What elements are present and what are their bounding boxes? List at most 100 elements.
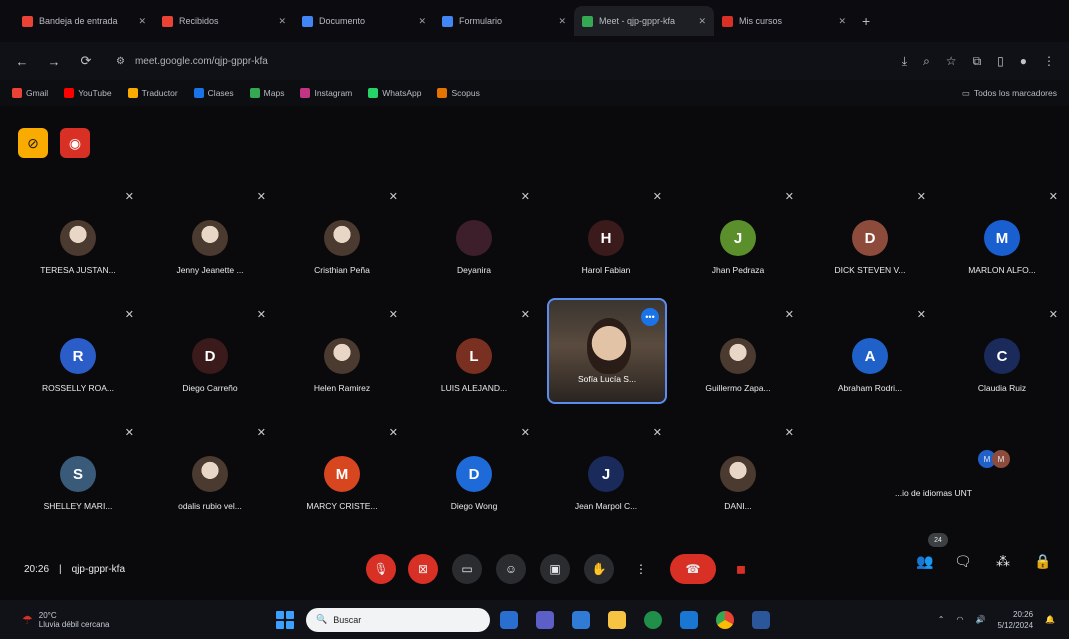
raise-hand-button[interactable]: ✋ xyxy=(584,554,614,584)
chrome-icon[interactable] xyxy=(716,610,734,629)
close-tab-icon[interactable]: ✕ xyxy=(838,16,846,27)
close-tab-icon[interactable]: ✕ xyxy=(418,16,426,27)
profile-avatar[interactable]: ● xyxy=(1020,54,1027,68)
avatar: J xyxy=(588,456,624,492)
file-explorer-icon[interactable] xyxy=(608,610,626,629)
volume-icon[interactable]: 🔊 xyxy=(975,615,985,624)
store-icon[interactable] xyxy=(680,610,698,629)
record-icon[interactable]: ◉ xyxy=(60,128,90,158)
close-tab-icon[interactable]: ✕ xyxy=(698,16,706,27)
browser-tab[interactable]: Mis cursos ✕ xyxy=(714,6,854,36)
participant-tile[interactable]: ✕ M MARLON ALFO... xyxy=(938,190,1066,298)
participant-tile[interactable]: ✕ D DICK STEVEN V... xyxy=(806,190,934,298)
people-icon[interactable]: 👥 xyxy=(916,553,933,570)
tray-chevron-icon[interactable]: ⌃ xyxy=(938,615,945,624)
mic-muted-icon: ✕ xyxy=(520,427,530,439)
hide-self-icon[interactable]: ⊘ xyxy=(18,128,48,158)
task-view-icon[interactable] xyxy=(500,610,518,629)
taskbar-search[interactable]: 🔍 Buscar xyxy=(306,607,490,632)
participant-tile[interactable]: ✕ Cristhian Peña xyxy=(278,190,406,298)
avatar: S xyxy=(60,456,96,492)
participant-tile[interactable]: ✕ Helen Ramirez xyxy=(278,308,406,416)
browser-tab[interactable]: Documento ✕ xyxy=(294,6,434,36)
tab-title: Formulario xyxy=(459,16,503,26)
captions-button[interactable]: ▭ xyxy=(452,554,482,584)
record-status-button[interactable]: ◼ xyxy=(726,554,756,584)
bookmark-icon xyxy=(300,88,311,98)
participant-tile[interactable]: ✕ J Jean Marpol C... xyxy=(542,426,670,534)
participant-tile[interactable]: ✕ odalis rubio vel... xyxy=(146,426,274,534)
bookmark-item[interactable]: YouTube xyxy=(64,88,112,98)
activities-icon[interactable]: ⁂ xyxy=(996,553,1010,570)
clock[interactable]: 20:26 5/12/2024 xyxy=(997,609,1033,631)
avatar: D xyxy=(456,456,492,492)
participant-tile[interactable]: ✕ D Diego Carreño xyxy=(146,308,274,416)
windows-start-button[interactable] xyxy=(276,610,294,629)
bookmark-item[interactable]: Scopus xyxy=(437,88,480,98)
participant-tile[interactable]: ✕ H Harol Fabian xyxy=(542,190,670,298)
reload-icon[interactable]: ⟳ xyxy=(78,53,94,69)
bookmark-item[interactable]: WhatsApp xyxy=(368,88,421,98)
weather-widget[interactable]: ☂ 20°C Lluvia débil cercana xyxy=(22,611,109,629)
bookmark-item[interactable]: Clases xyxy=(193,88,234,98)
download-icon[interactable]: ⤓ xyxy=(902,54,907,69)
participant-tile[interactable]: ✕ DANI... xyxy=(674,426,802,534)
participant-name: Guillermo Zapa... xyxy=(705,383,771,393)
bookmark-item[interactable]: Gmail xyxy=(12,88,48,98)
teams-icon[interactable] xyxy=(536,610,554,629)
url-field[interactable]: ⚙ meet.google.com/qjp-gppr-kfa xyxy=(110,49,886,73)
site-info-icon[interactable]: ⚙ xyxy=(116,56,125,67)
participant-tile[interactable]: ✕ D Diego Wong xyxy=(410,426,538,534)
participant-tile[interactable]: ✕ Guillermo Zapa... xyxy=(674,308,802,416)
sidebar-icon[interactable]: ▯ xyxy=(997,54,1004,68)
bookmark-label: Traductor xyxy=(141,88,178,98)
mic-off-button[interactable]: 🎙 xyxy=(366,554,396,584)
bookmark-icon xyxy=(64,88,75,98)
avatar xyxy=(60,220,96,256)
all-bookmarks-folder[interactable]: ▭ Todos los marcadores xyxy=(962,88,1057,99)
bookmark-item[interactable]: Traductor xyxy=(127,88,178,98)
forward-icon[interactable]: → xyxy=(46,54,62,69)
bookmark-item[interactable]: Instagram xyxy=(300,88,352,98)
word-icon[interactable] xyxy=(752,610,770,629)
browser-tab[interactable]: Bandeja de entrada ✕ xyxy=(14,6,154,36)
kebab-menu-icon[interactable]: ⋮ xyxy=(1043,54,1055,68)
self-video-feed xyxy=(587,318,631,374)
notifications-icon[interactable]: 🔔 xyxy=(1045,615,1055,624)
browser-tab[interactable]: Formulario ✕ xyxy=(434,6,574,36)
participant-tile[interactable]: ✕ L LUIS ALEJAND... xyxy=(410,308,538,416)
close-tab-icon[interactable]: ✕ xyxy=(278,16,286,27)
spotify-icon[interactable] xyxy=(644,610,662,629)
wifi-icon[interactable]: ◠ xyxy=(956,615,963,624)
host-controls-icon[interactable]: 🔒 xyxy=(1034,553,1051,570)
participant-tile[interactable]: ✕ Jenny Jeanette ... xyxy=(146,190,274,298)
participant-tile[interactable]: ✕ M MARCY CRISTE... xyxy=(278,426,406,534)
reactions-button[interactable]: ☺ xyxy=(496,554,526,584)
chat-icon[interactable]: 🗨 xyxy=(954,553,972,570)
close-tab-icon[interactable]: ✕ xyxy=(558,16,566,27)
browser-tab[interactable]: Recibidos ✕ xyxy=(154,6,294,36)
bookmark-star-icon[interactable]: ☆ xyxy=(946,54,957,68)
zoom-icon[interactable]: ⌕ xyxy=(923,54,930,69)
present-button[interactable]: ▣ xyxy=(540,554,570,584)
participant-tile[interactable]: ✕ C Claudia Ruiz xyxy=(938,308,1066,416)
back-icon[interactable]: ← xyxy=(14,54,30,69)
participant-tile[interactable]: ✕ TERESA JUSTAN... xyxy=(14,190,142,298)
tile-options-icon[interactable]: ••• xyxy=(641,308,659,326)
outlook-icon[interactable] xyxy=(572,610,590,629)
browser-tab[interactable]: Meet - qjp-gppr-kfa ✕ xyxy=(574,6,714,36)
participant-tile[interactable]: ✕ S SHELLEY MARI... xyxy=(14,426,142,534)
participant-tile[interactable]: ✕ J Jhan Pedraza xyxy=(674,190,802,298)
self-video-tile[interactable]: ••• Sofía Lucía S... xyxy=(547,298,667,404)
more-options-button[interactable]: ⋮ xyxy=(626,554,656,584)
bookmark-item[interactable]: Maps xyxy=(249,88,284,98)
mic-muted-icon: ✕ xyxy=(256,309,266,321)
participant-tile[interactable]: ✕ A Abraham Rodri... xyxy=(806,308,934,416)
participant-tile[interactable]: ✕ R ROSSELLY ROA... xyxy=(14,308,142,416)
participant-tile[interactable]: ✕ Deyanira xyxy=(410,190,538,298)
camera-off-button[interactable]: ⊠ xyxy=(408,554,438,584)
leave-call-button[interactable]: ☎ xyxy=(670,554,716,584)
new-tab-icon[interactable]: + xyxy=(862,13,870,29)
extensions-icon[interactable]: ⧉ xyxy=(973,54,982,69)
close-tab-icon[interactable]: ✕ xyxy=(138,16,146,27)
